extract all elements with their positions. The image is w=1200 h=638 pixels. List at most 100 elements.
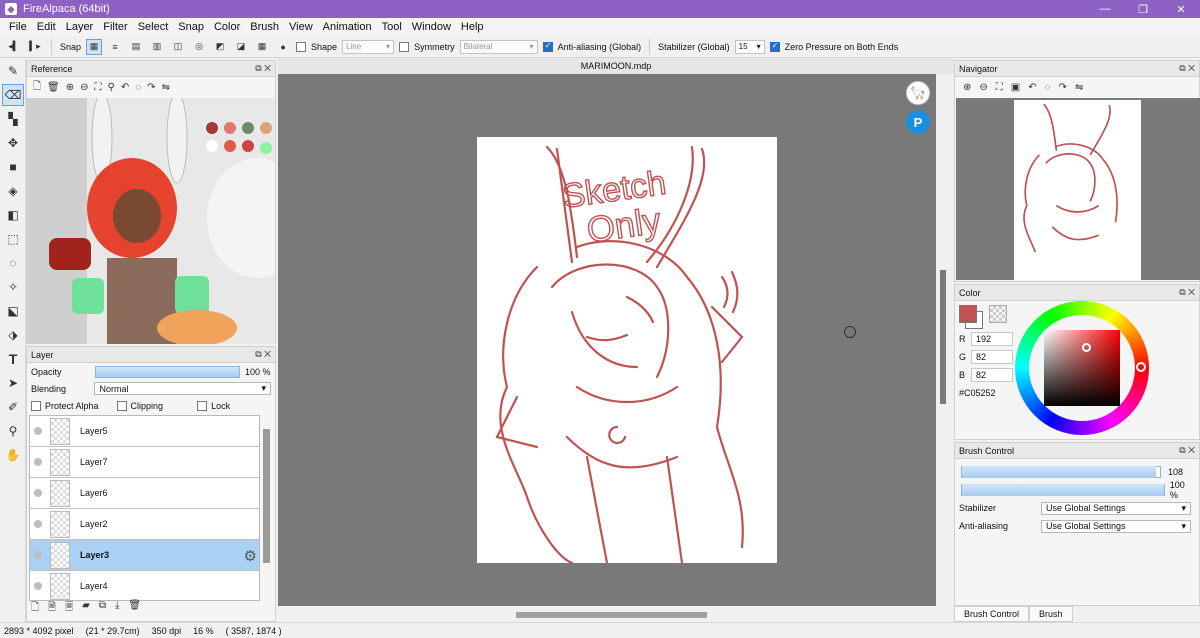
menu-tool[interactable]: Tool <box>377 21 407 33</box>
document-tab[interactable]: MARIMOON.mdp <box>581 61 652 71</box>
brush-antialias-select[interactable]: Use Global Settings ▾ <box>1041 519 1191 533</box>
snap-curve-icon[interactable]: ◩ <box>212 39 228 55</box>
magic-wand-icon[interactable]: ✧ <box>2 276 24 298</box>
shape-select[interactable]: Line ▾ <box>342 39 395 54</box>
snap-perspective-icon[interactable]: ◪ <box>233 39 249 55</box>
menu-snap[interactable]: Snap <box>173 21 209 33</box>
menu-animation[interactable]: Animation <box>318 21 377 33</box>
rotate-reset-icon[interactable]: ◌ <box>135 82 141 93</box>
lock-checkbox[interactable] <box>197 401 208 411</box>
zoom-in-icon[interactable]: ⊕ <box>963 82 971 93</box>
visibility-icon[interactable] <box>34 520 42 528</box>
rectangle-fill-icon[interactable]: ■ <box>2 156 24 178</box>
layer-scrollbar[interactable] <box>263 429 270 563</box>
flip-icon[interactable]: ⇋ <box>1075 82 1083 93</box>
saturation-value-square[interactable] <box>1044 330 1120 406</box>
new-file-icon[interactable]: 🗋 <box>33 79 41 96</box>
layer-row[interactable]: Layer5 <box>30 416 259 447</box>
snap-radial-icon[interactable]: ◫ <box>170 39 186 55</box>
navigator-preview[interactable] <box>956 98 1200 280</box>
panel-controls-icon[interactable]: ⧉ ✕ <box>1179 287 1195 298</box>
zoom-out-icon[interactable]: ⊖ <box>979 82 987 93</box>
tab-brush-control[interactable]: Brush Control <box>954 606 1030 622</box>
menu-window[interactable]: Window <box>407 21 456 33</box>
gear-icon[interactable]: ⚙ <box>244 547 257 565</box>
dot-tool-icon[interactable]: ▚ <box>2 108 24 130</box>
color-picker-handle[interactable] <box>1082 343 1091 352</box>
opacity-slider[interactable] <box>95 365 240 378</box>
select-eraser-icon[interactable]: ⬗ <box>2 324 24 346</box>
primary-color-swatch[interactable] <box>959 305 977 323</box>
flip-icon[interactable]: ⇋ <box>162 82 170 93</box>
gradient-tool-icon[interactable]: ◧ <box>2 204 24 226</box>
duplicate-layer-icon[interactable]: ⧉ <box>99 600 106 617</box>
lasso-tool-icon[interactable]: ◌ <box>2 252 24 274</box>
new-1bit-layer-icon[interactable]: 🗏 <box>65 600 73 617</box>
hue-handle[interactable] <box>1136 362 1146 372</box>
menu-layer[interactable]: Layer <box>61 21 99 33</box>
menu-select[interactable]: Select <box>133 21 174 33</box>
new-folder-icon[interactable]: ▰ <box>82 600 90 617</box>
brush-stabilizer-select[interactable]: Use Global Settings ▾ <box>1041 501 1191 515</box>
menu-color[interactable]: Color <box>209 21 245 33</box>
snap-grid-icon[interactable]: ▥ <box>149 39 165 55</box>
snap-parallel-icon[interactable]: ≡ <box>107 39 123 55</box>
rotate-reset-icon[interactable]: ◌ <box>1045 82 1051 93</box>
green-field[interactable]: 82 <box>971 350 1013 364</box>
visibility-icon[interactable] <box>34 582 42 590</box>
canvas-vertical-scrollbar[interactable] <box>940 270 946 404</box>
rotate-right-icon[interactable]: ↷ <box>1059 82 1067 93</box>
menu-file[interactable]: File <box>4 21 32 33</box>
transparent-color-swatch[interactable] <box>989 305 1007 323</box>
pixiv-icon[interactable]: P <box>906 110 930 134</box>
symmetry-select[interactable]: Bilateral ▾ <box>459 39 538 54</box>
select-pen-icon[interactable]: ⬕ <box>2 300 24 322</box>
zero-pressure-checkbox[interactable] <box>769 41 780 52</box>
bucket-tool-icon[interactable]: ◈ <box>2 180 24 202</box>
minimize-button[interactable]: — <box>1086 0 1124 18</box>
layer-row[interactable]: Layer3 ⚙ <box>30 540 259 571</box>
new-layer-icon[interactable]: 🗋 <box>31 600 39 617</box>
menu-brush[interactable]: Brush <box>245 21 284 33</box>
brush-opacity-slider[interactable] <box>961 484 1165 496</box>
visibility-icon[interactable] <box>34 427 42 435</box>
shape-checkbox[interactable] <box>296 41 307 52</box>
symmetry-checkbox[interactable] <box>399 41 410 52</box>
hex-value[interactable]: #C05252 <box>959 388 996 398</box>
merge-down-icon[interactable]: ⤓ <box>115 600 119 617</box>
maximize-button[interactable]: ❐ <box>1124 0 1162 18</box>
snap-off-icon[interactable]: ▦ <box>86 38 103 55</box>
protect-alpha-checkbox[interactable] <box>31 401 41 411</box>
next-frame-icon[interactable]: ▍▸ <box>27 39 43 55</box>
hand-tool-icon[interactable]: ✋ <box>2 444 24 466</box>
antialias-checkbox[interactable] <box>542 41 553 52</box>
visibility-icon[interactable] <box>34 458 42 466</box>
brush-size-slider[interactable] <box>961 466 1161 478</box>
new-8bit-layer-icon[interactable]: 🗎 <box>48 600 56 617</box>
fit-icon[interactable]: ⛶ <box>95 82 102 93</box>
layer-row[interactable]: Layer7 <box>30 447 259 478</box>
alpaca-mascot-icon[interactable]: 🦙 <box>906 81 930 105</box>
snap-circle-icon[interactable]: ◎ <box>191 39 207 55</box>
panel-controls-icon[interactable]: ⧉ ✕ <box>255 349 271 360</box>
actual-size-icon[interactable]: ▣ <box>1011 82 1020 93</box>
canvas-horizontal-scrollbar[interactable] <box>516 612 707 618</box>
close-button[interactable]: ✕ <box>1162 0 1200 18</box>
prev-frame-icon[interactable]: ◂▍ <box>6 39 22 55</box>
menu-edit[interactable]: Edit <box>32 21 61 33</box>
red-field[interactable]: 192 <box>971 332 1013 346</box>
snap-crosshatch-icon[interactable]: ▤ <box>128 39 144 55</box>
layer-row[interactable]: Layer4 <box>30 571 259 600</box>
visibility-icon[interactable] <box>34 551 42 559</box>
snap-dot-icon[interactable]: ● <box>275 39 291 55</box>
trash-icon[interactable]: 🗑 <box>47 82 60 93</box>
panel-controls-icon[interactable]: ⧉ ✕ <box>255 63 271 74</box>
tab-brush[interactable]: Brush <box>1029 606 1073 622</box>
brush-tool-icon[interactable]: ✎ <box>2 60 24 82</box>
panel-controls-icon[interactable]: ⧉ ✕ <box>1179 445 1195 456</box>
clipping-checkbox[interactable] <box>116 401 127 411</box>
zoom-in-icon[interactable]: ⊕ <box>66 82 74 93</box>
rotate-right-icon[interactable]: ↷ <box>147 82 155 93</box>
rotate-left-icon[interactable]: ↶ <box>1028 82 1036 93</box>
layer-row[interactable]: Layer2 <box>30 509 259 540</box>
